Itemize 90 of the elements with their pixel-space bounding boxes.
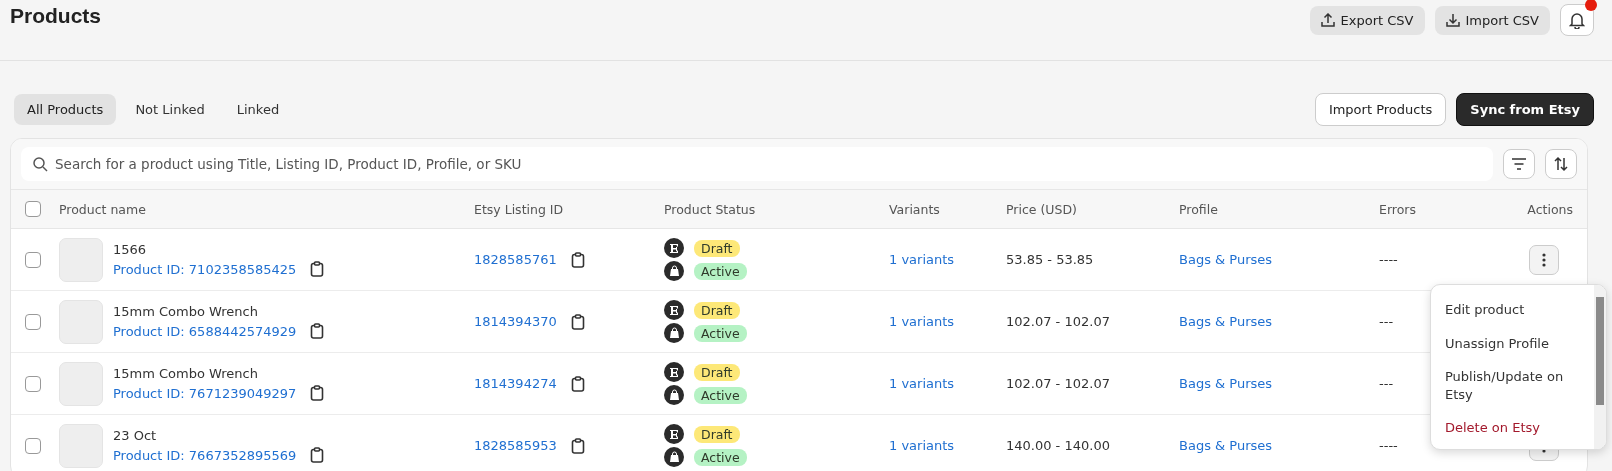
column-header: Product name — [59, 201, 147, 217]
price-range: 102.07 - 102.07 — [1006, 314, 1111, 329]
status-badge: Draft — [694, 301, 740, 319]
filter-tab[interactable]: All Products — [14, 94, 117, 125]
sort-button[interactable] — [1545, 149, 1577, 179]
listing-id-link[interactable]: 1828585761 — [474, 252, 557, 267]
import-products-button[interactable]: Import Products — [1314, 93, 1447, 126]
status-badge: Active — [694, 448, 747, 466]
clipboard-icon[interactable] — [310, 447, 325, 463]
search-icon — [33, 157, 48, 172]
clipboard-icon[interactable] — [570, 313, 585, 330]
listing-id-link[interactable]: 1814394274 — [474, 376, 557, 391]
menu-item[interactable]: Delete on Etsy — [1431, 411, 1594, 445]
status-badge: Draft — [694, 239, 740, 257]
clipboard-icon[interactable] — [570, 437, 585, 454]
status-badge: Active — [694, 386, 747, 404]
photo-placeholder — [59, 237, 103, 282]
column-header: Actions — [1526, 201, 1574, 217]
clipboard-icon[interactable] — [310, 261, 325, 277]
bell-icon — [1569, 11, 1585, 29]
page-title: Products — [10, 4, 101, 28]
filter-button[interactable] — [1503, 149, 1535, 179]
photo-placeholder — [59, 361, 103, 406]
etsy-e-icon — [664, 300, 684, 320]
variants-link[interactable]: 1 variants — [889, 314, 1006, 329]
upload-icon — [1320, 13, 1335, 27]
product-id-link[interactable]: Product ID: 7671239049297 — [113, 385, 297, 401]
price-range: 102.07 - 102.07 — [1006, 376, 1111, 391]
price-range: 53.85 - 53.85 — [1006, 252, 1095, 267]
clipboard-icon[interactable] — [310, 323, 325, 339]
shopping-bag-icon — [664, 323, 684, 343]
listing-id-link[interactable]: 1828585953 — [474, 438, 557, 453]
row-checkbox[interactable] — [25, 251, 41, 268]
status-badge: Active — [694, 262, 747, 280]
photo-placeholder — [59, 423, 103, 468]
photo-placeholder — [59, 299, 103, 344]
errors-cell: --- — [1379, 376, 1394, 391]
filter-lines-icon — [1511, 158, 1527, 170]
product-name: 23 Oct — [113, 428, 158, 443]
download-icon — [1445, 13, 1460, 27]
column-header: Profile — [1179, 201, 1219, 217]
filter-tab[interactable]: Linked — [223, 94, 293, 125]
etsy-e-icon — [664, 238, 684, 258]
row-checkbox[interactable] — [25, 437, 41, 454]
profile-link[interactable]: Bags & Purses — [1179, 314, 1379, 329]
product-name: 1566 — [113, 242, 148, 257]
variants-link[interactable]: 1 variants — [889, 252, 1006, 267]
export-button[interactable]: Export CSV — [1309, 5, 1425, 35]
clipboard-icon[interactable] — [570, 375, 585, 392]
clipboard-icon[interactable] — [310, 385, 325, 401]
errors-cell: ---- — [1379, 438, 1398, 453]
errors-cell: --- — [1379, 314, 1394, 329]
import-button[interactable]: Import CSV — [1434, 5, 1550, 35]
product-id-link[interactable]: Product ID: 7667352895569 — [113, 447, 297, 463]
search-field[interactable]: Search for a product using Title, Listing ID, Product ID, Profile, or SKU — [21, 147, 1493, 181]
row-checkbox[interactable] — [25, 375, 41, 392]
shopping-bag-icon — [664, 261, 684, 281]
sort-arrows-icon — [1553, 156, 1569, 172]
column-header: Etsy Listing ID — [474, 201, 565, 217]
menu-item[interactable]: Unassign Profile — [1431, 326, 1594, 361]
product-id-link[interactable]: Product ID: 6588442574929 — [113, 323, 297, 339]
listing-id-link[interactable]: 1814394370 — [474, 314, 557, 329]
sync-button[interactable]: Sync from Etsy — [1456, 93, 1594, 126]
product-name: 15mm Combo Wrench — [113, 304, 259, 319]
variants-link[interactable]: 1 variants — [889, 376, 1006, 391]
column-header: Variants — [889, 201, 941, 217]
status-badge: Active — [694, 324, 747, 342]
select-all-checkbox[interactable] — [25, 201, 41, 217]
menu-item[interactable]: Publish/Update on Etsy — [1431, 360, 1594, 412]
menu-item[interactable]: Edit product — [1431, 293, 1594, 327]
column-header: Errors — [1379, 201, 1417, 217]
column-header: Product Status — [664, 201, 757, 217]
column-header: Price (USD) — [1006, 201, 1078, 217]
profile-link[interactable]: Bags & Purses — [1179, 376, 1379, 391]
variants-link[interactable]: 1 variants — [889, 438, 1006, 453]
price-range: 140.00 - 140.00 — [1006, 438, 1111, 453]
profile-link[interactable]: Bags & Purses — [1179, 438, 1379, 453]
etsy-e-icon — [664, 362, 684, 382]
filter-tab[interactable]: Not Linked — [122, 94, 218, 125]
etsy-e-icon — [664, 424, 684, 444]
product-name: 15mm Combo Wrench — [113, 366, 259, 381]
shopping-bag-icon — [664, 447, 684, 467]
product-id-link[interactable]: Product ID: 7102358585425 — [113, 261, 297, 277]
shopping-bag-icon — [664, 385, 684, 405]
clipboard-icon[interactable] — [570, 251, 585, 268]
row-checkbox[interactable] — [25, 313, 41, 330]
status-badge: Draft — [694, 425, 740, 443]
errors-cell: ---- — [1379, 252, 1398, 267]
status-badge: Draft — [694, 363, 740, 381]
profile-link[interactable]: Bags & Purses — [1179, 252, 1379, 267]
